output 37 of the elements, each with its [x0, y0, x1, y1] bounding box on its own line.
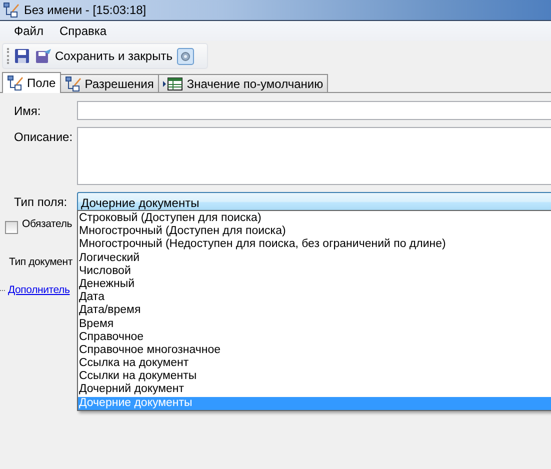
menu-item[interactable]: Файл [6, 22, 52, 40]
diagram-icon [64, 76, 81, 92]
checkbox-label: Обязатель [22, 218, 72, 230]
tab[interactable]: Разрешения [60, 74, 159, 92]
description-field[interactable] [77, 127, 551, 185]
field-label: Имя: [14, 103, 42, 118]
field-label: Тип документ [9, 256, 72, 268]
dropdown-option[interactable]: Числовой [78, 264, 551, 278]
save-close-button[interactable]: Сохранить и закрыть [33, 46, 174, 66]
dropdown-option[interactable]: Ссылки на документы [78, 370, 551, 384]
settings-icon[interactable] [177, 48, 194, 64]
dropdown-option[interactable]: Строковый (Доступен для поиска) [78, 212, 551, 226]
dropdown-option[interactable]: Денежный [78, 278, 551, 292]
dropdown-option[interactable]: Многострочный (Доступен для поиска) [78, 225, 551, 238]
dropdown-option[interactable]: Дочерний документ [78, 383, 551, 397]
dropdown-option[interactable]: Время [78, 318, 551, 331]
dropdown-option[interactable]: Многострочный (Недоступен для поиска, без ограничений по длине) [78, 238, 551, 252]
field-label: Тип поля: [14, 194, 68, 209]
dropdown-option[interactable]: Дата [78, 291, 551, 304]
dropdown-option[interactable]: Ссылка на документ [78, 357, 551, 370]
diagram-icon [7, 75, 23, 91]
checkbox[interactable] [5, 220, 18, 234]
app-icon [3, 2, 19, 18]
save-icon[interactable] [14, 48, 30, 64]
dropdown-option[interactable]: Справочное [78, 330, 551, 344]
table-icon [162, 76, 183, 90]
dropdown-option[interactable]: Справочное многозначное [78, 344, 551, 358]
tab[interactable]: Значение по-умолчанию [158, 74, 328, 92]
floppy-icon [35, 48, 52, 64]
more-link[interactable]: Дополнитель [8, 284, 70, 296]
field-label: Описание: [14, 129, 74, 144]
name-field[interactable] [77, 101, 551, 120]
window-title: Без имени - [15:03:18] [24, 3, 146, 17]
tab[interactable]: Поле [2, 72, 61, 93]
dropdown-option[interactable]: Логический [78, 252, 551, 265]
menu-item[interactable]: Справка [52, 22, 115, 40]
dropdown-option[interactable]: Дата/время [78, 304, 551, 318]
